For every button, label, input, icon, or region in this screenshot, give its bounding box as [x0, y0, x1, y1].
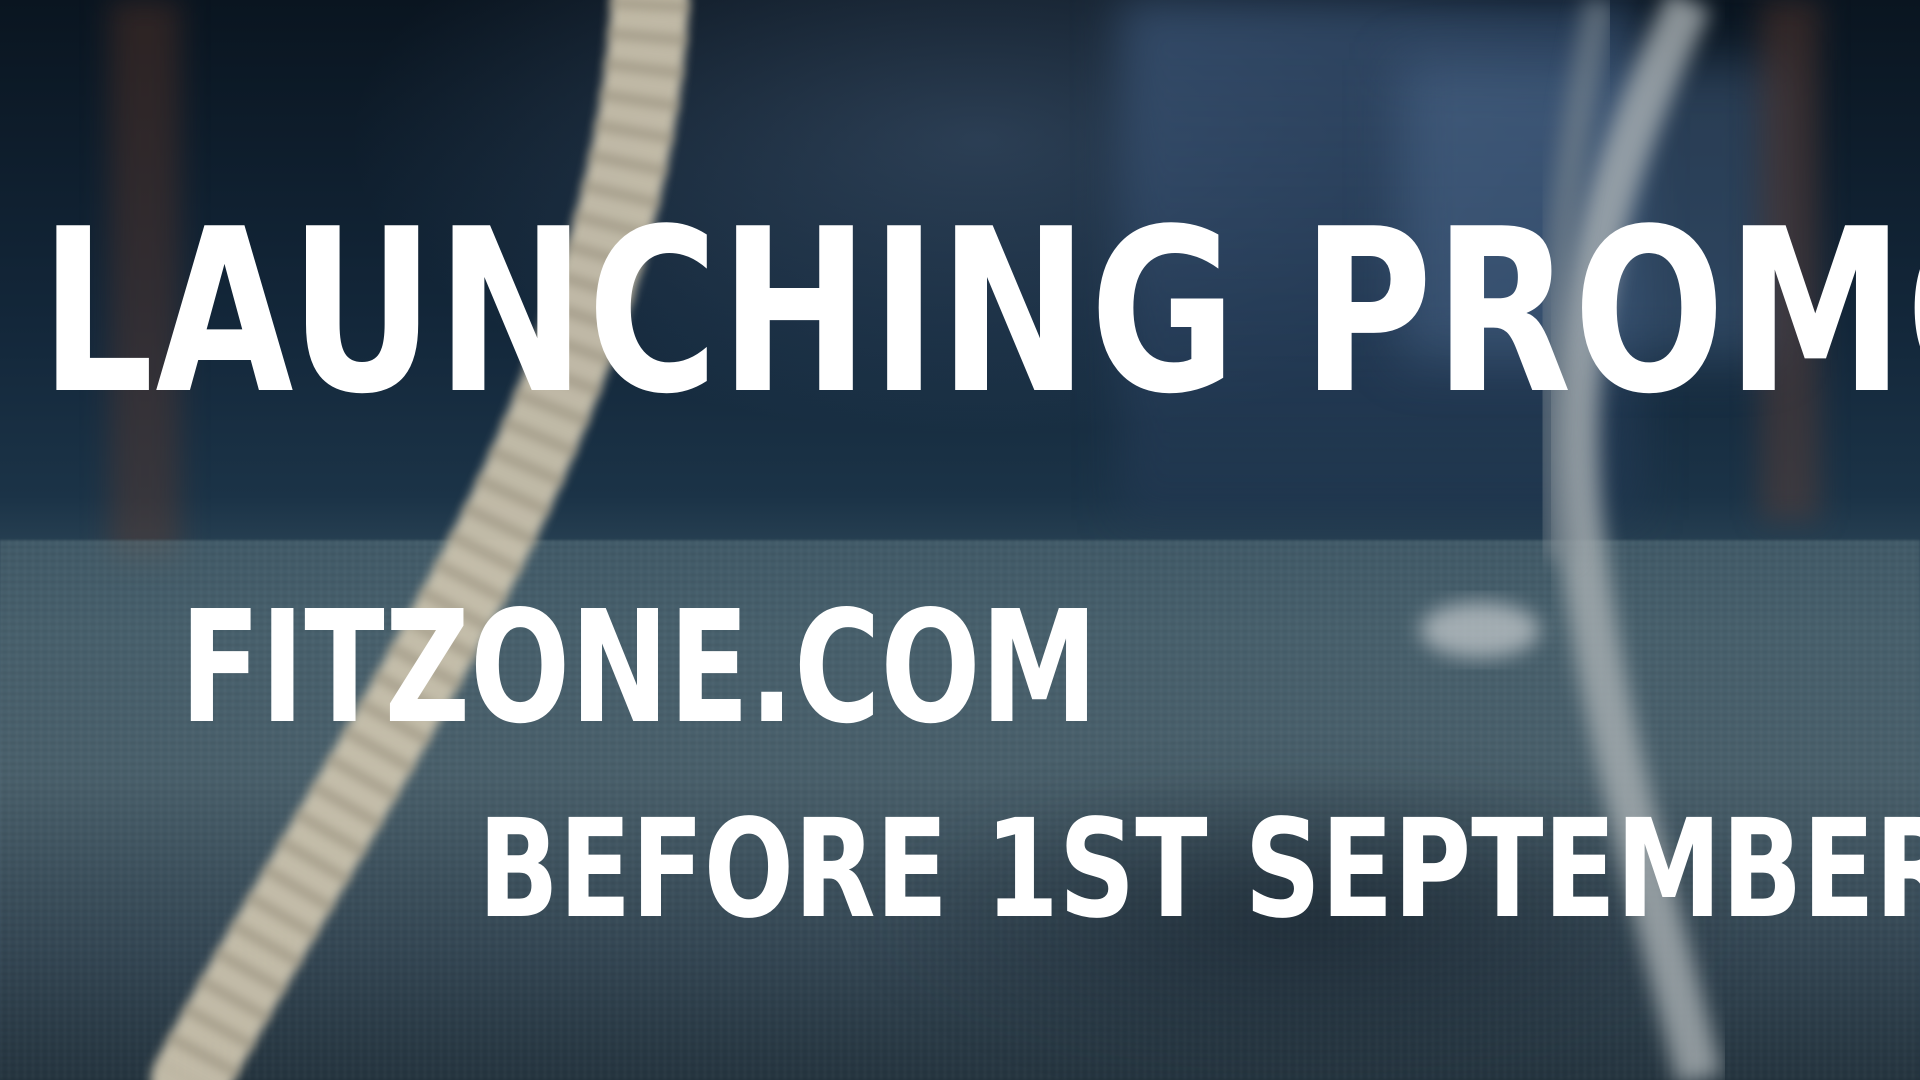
headline: LAUNCHING PROMO	[40, 181, 1920, 444]
website-url: FITZONE.COM	[180, 577, 1098, 758]
promo-banner: LAUNCHING PROMO FITZONE.COM BEFORE 1ST S…	[0, 0, 1920, 1080]
shoe-blur	[1420, 602, 1540, 658]
promo-deadline: BEFORE 1ST SEPTEMBER	[478, 791, 1920, 949]
